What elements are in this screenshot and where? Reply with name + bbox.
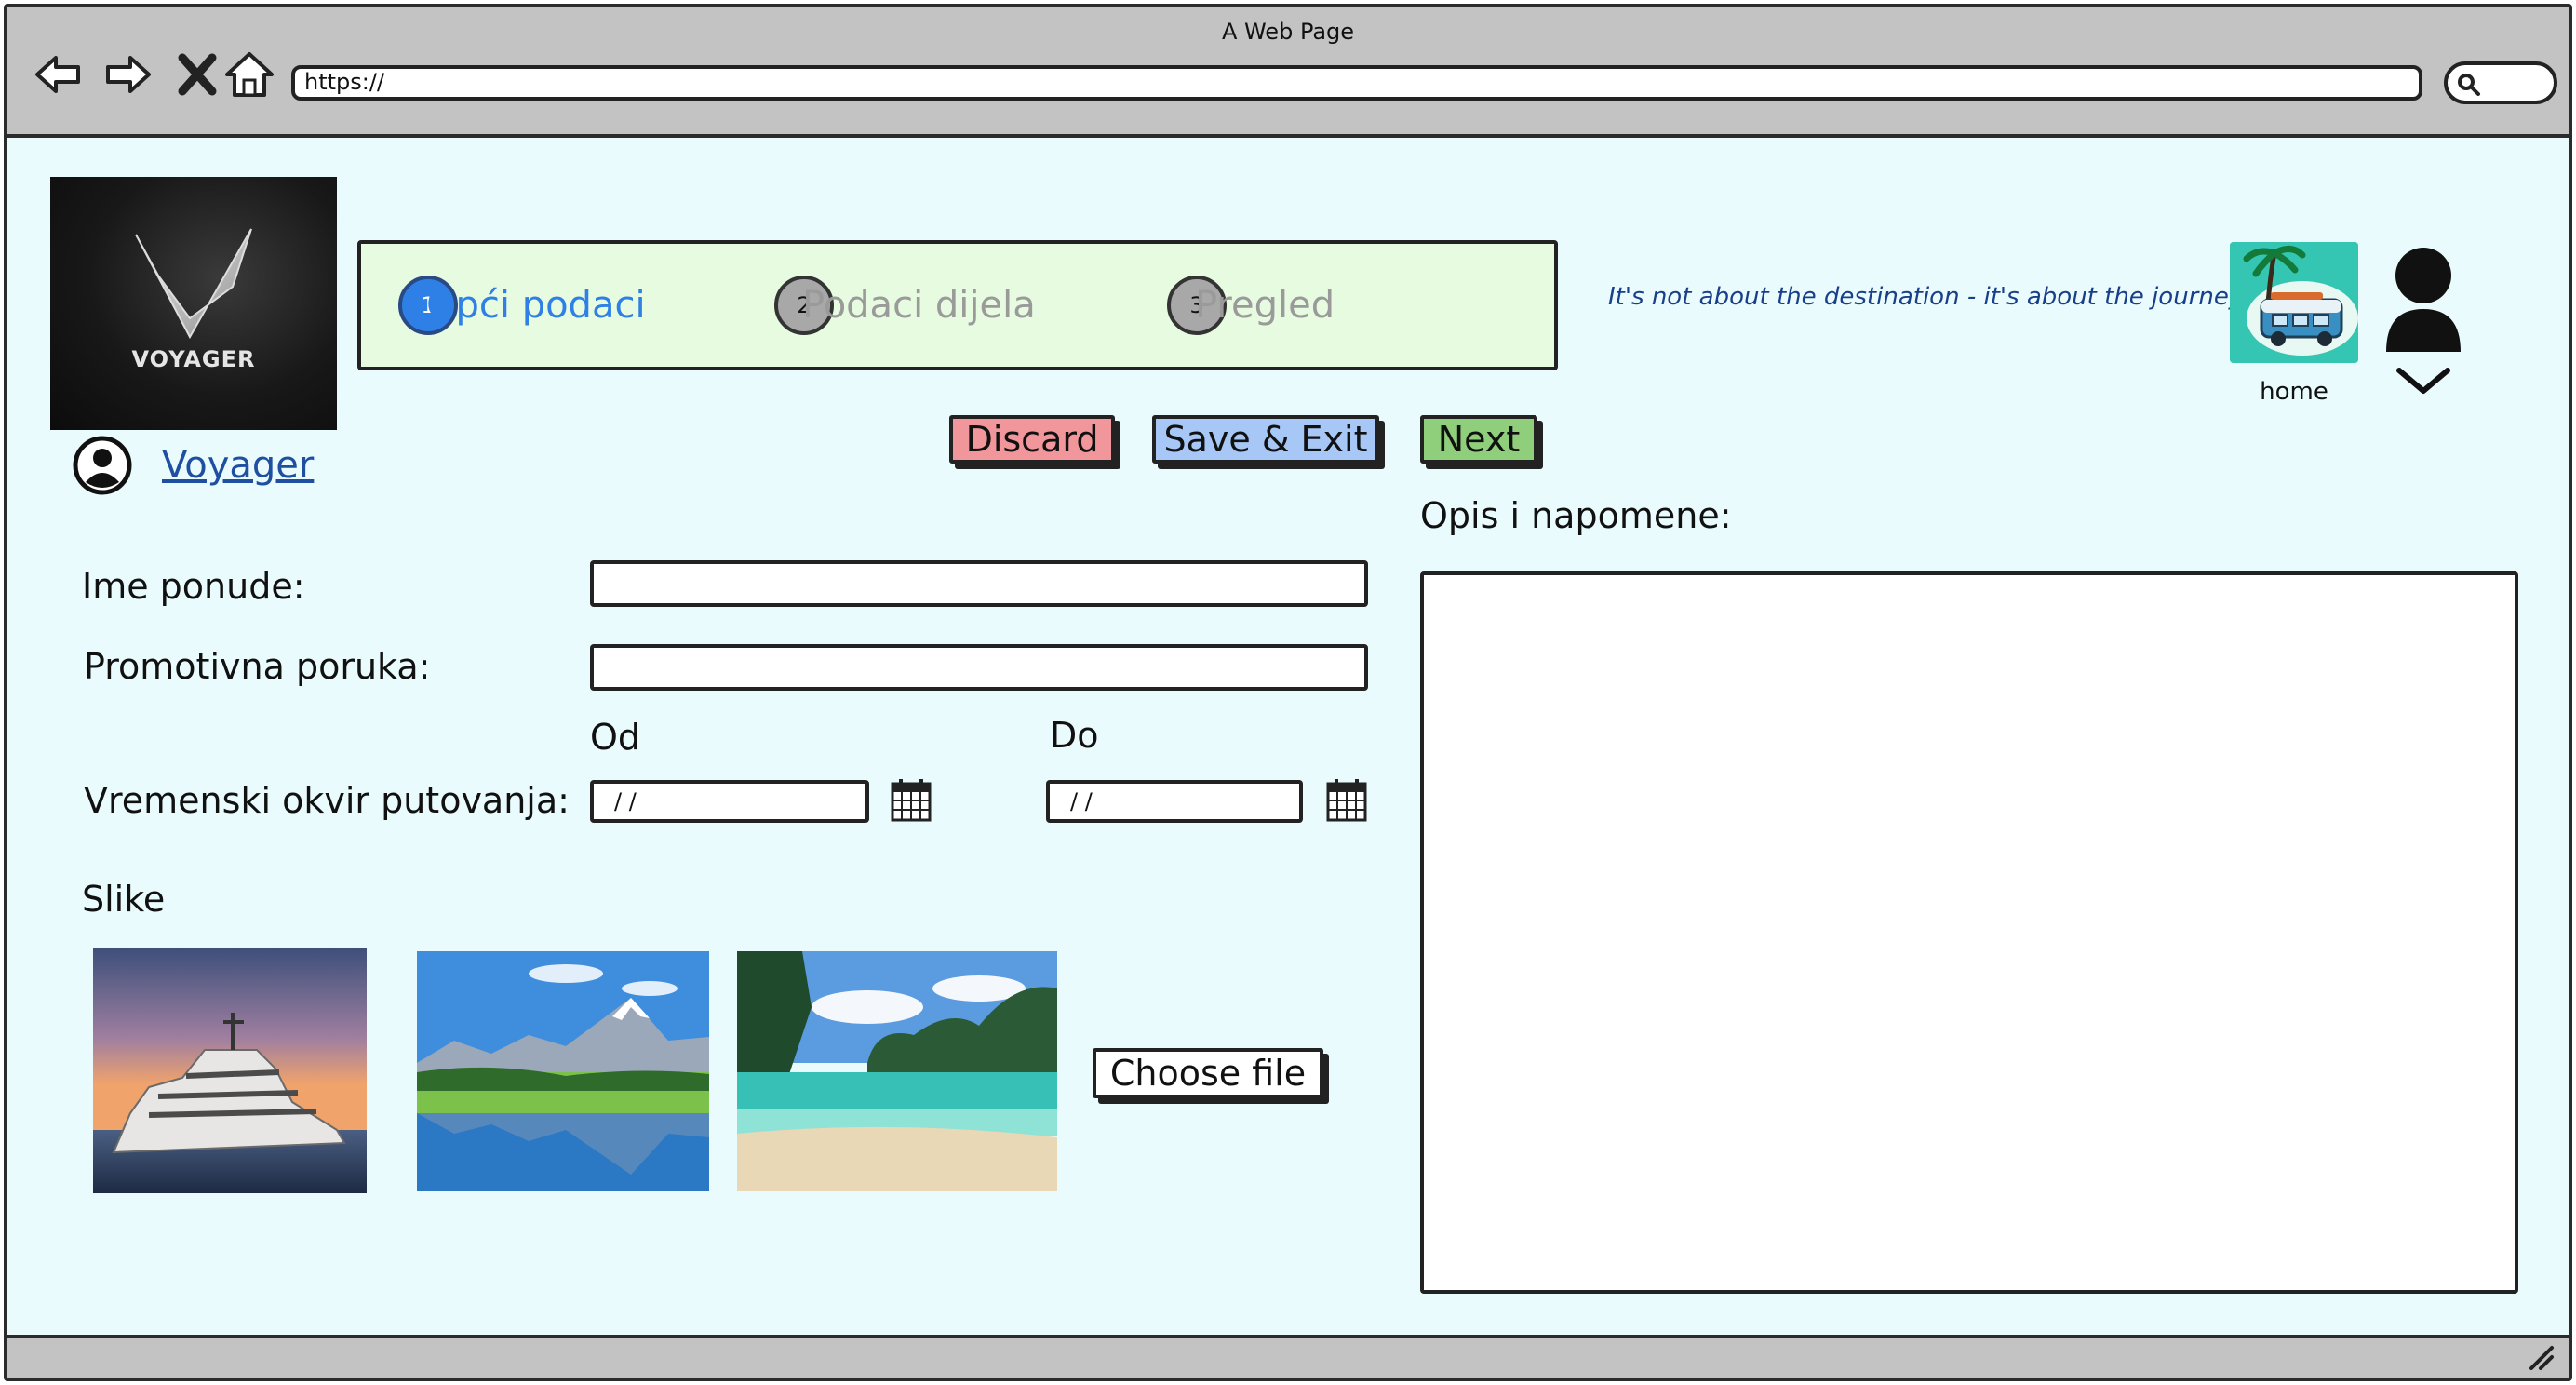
status-bar (7, 1335, 2569, 1378)
user-menu[interactable] (2379, 248, 2468, 406)
discard-button[interactable]: Discard (949, 415, 1115, 464)
calendar-icon[interactable] (1325, 776, 1368, 823)
promo-message-label: Promotivna poruka: (84, 646, 431, 687)
step-1[interactable]: 1 Opći podaci (398, 276, 646, 335)
date-from-label: Od (590, 717, 641, 758)
step-2[interactable]: 2 Podaci dijela (774, 276, 1036, 335)
promo-message-input[interactable] (590, 644, 1368, 691)
step-label: Podaci dijela (802, 284, 1036, 327)
step-label: Pregled (1195, 284, 1335, 327)
user-circle-icon (73, 436, 132, 495)
profile-name[interactable]: Voyager (162, 444, 314, 487)
progress-stepper: 1 Opći podaci 2 Podaci dijela 3 Pregled (357, 240, 1558, 370)
calendar-icon[interactable] (890, 776, 932, 823)
offer-name-input[interactable] (590, 560, 1368, 607)
chevron-down-icon[interactable] (2395, 365, 2451, 397)
step-label: Opći podaci (426, 284, 646, 327)
resize-grip-icon[interactable] (2528, 1344, 2556, 1372)
browser-window: A Web Page https:// VOYAGER Voyager 1 Op… (4, 4, 2572, 1381)
voyager-logo[interactable]: VOYAGER (50, 177, 337, 430)
home-icon[interactable] (223, 48, 275, 101)
beach-image[interactable] (737, 951, 1057, 1191)
browser-search-field[interactable] (2444, 61, 2557, 104)
forward-arrow-icon[interactable] (102, 48, 154, 101)
next-button[interactable]: Next (1420, 415, 1537, 464)
yacht-image[interactable] (93, 948, 367, 1193)
window-title: A Web Page (1221, 19, 1355, 45)
timeframe-label: Vremenski okvir putovanja: (84, 780, 570, 821)
tagline: It's not about the destination - it's ab… (1608, 283, 2244, 311)
date-from-input[interactable]: / / (590, 780, 869, 823)
notes-textarea[interactable] (1420, 571, 2518, 1294)
date-to-label: Do (1050, 715, 1099, 756)
logo-text: VOYAGER (131, 346, 256, 372)
search-icon (2458, 74, 2480, 96)
choose-file-button[interactable]: Choose file (1093, 1048, 1323, 1098)
profile-link[interactable]: Voyager (73, 436, 314, 495)
stop-icon[interactable] (171, 48, 223, 101)
notes-label: Opis i napomene: (1420, 495, 1732, 536)
offer-name-label: Ime ponude: (82, 566, 305, 607)
step-3[interactable]: 3 Pregled (1167, 276, 1335, 335)
home-button[interactable] (2230, 242, 2358, 363)
images-label: Slike (82, 879, 166, 920)
home-label: home (2260, 378, 2328, 406)
browser-toolbar: A Web Page https:// (7, 7, 2569, 138)
date-to-input[interactable]: / / (1046, 780, 1303, 823)
mountain-lake-image[interactable] (417, 951, 709, 1191)
back-arrow-icon[interactable] (32, 48, 84, 101)
campervan-icon (2230, 242, 2358, 363)
save-exit-button[interactable]: Save & Exit (1152, 415, 1379, 464)
url-input[interactable]: https:// (291, 65, 2422, 101)
